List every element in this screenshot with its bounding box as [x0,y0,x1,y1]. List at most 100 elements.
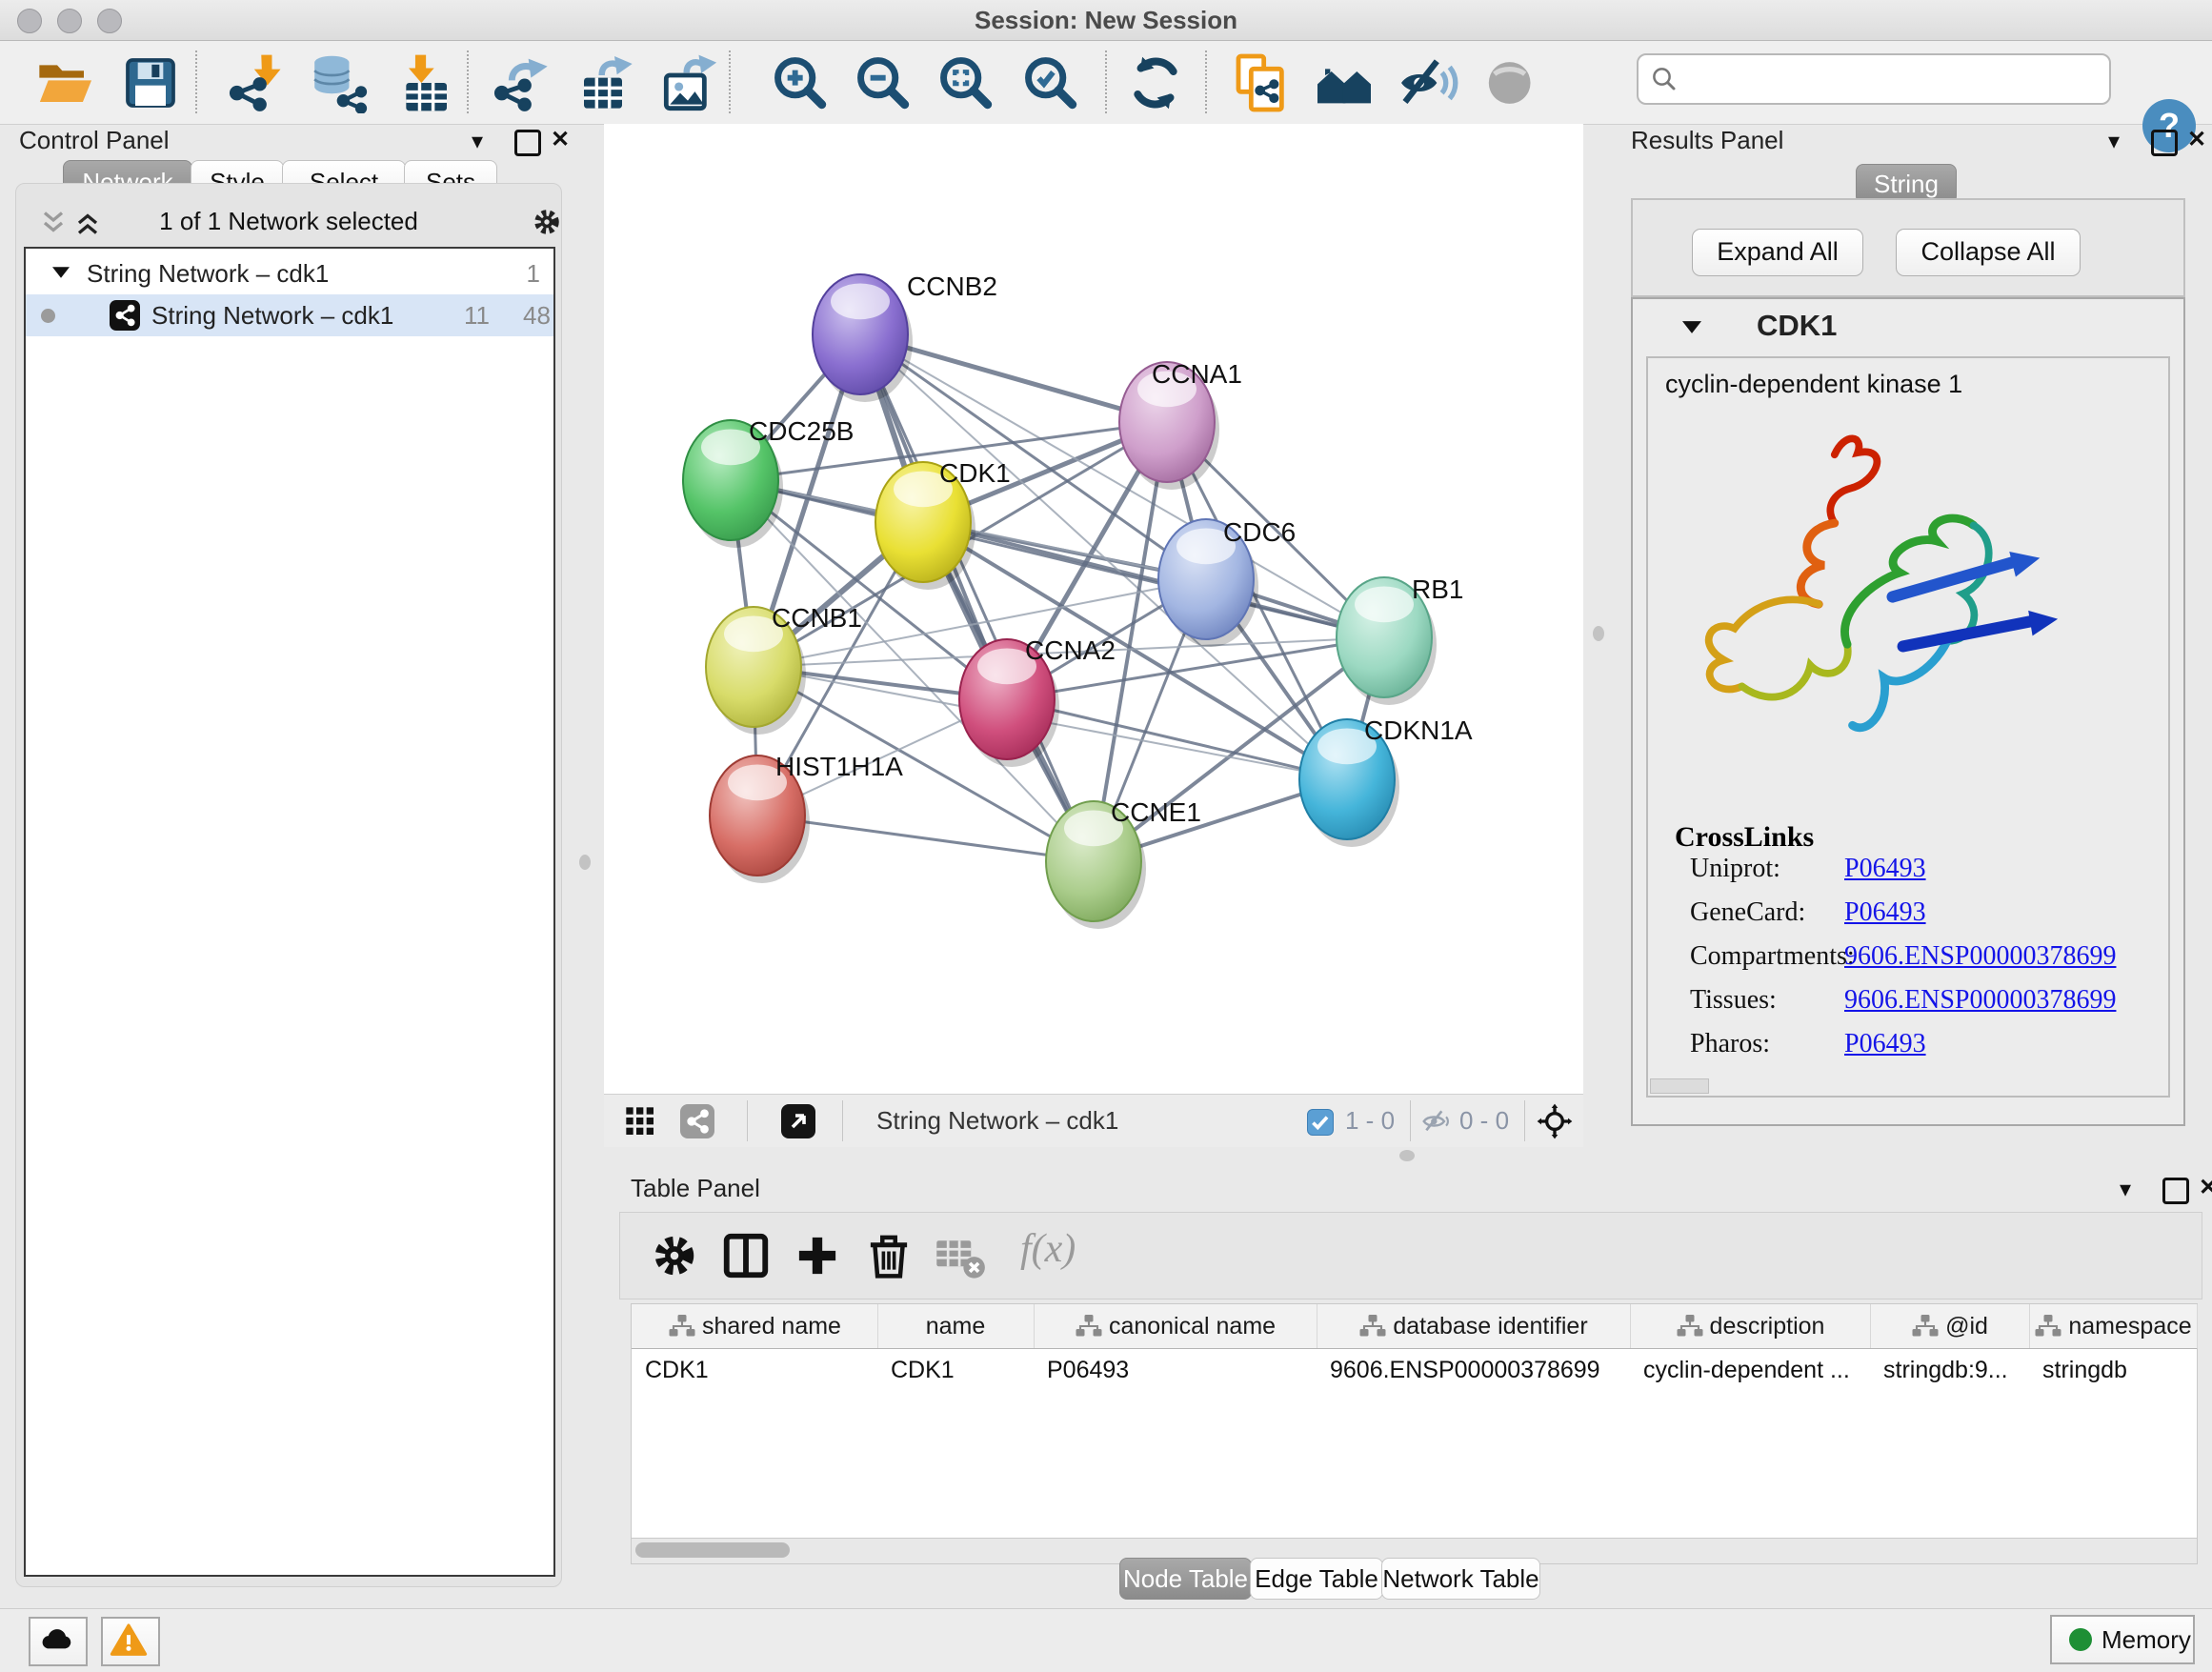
open-session-button[interactable] [34,52,95,113]
warnings-button[interactable] [101,1617,160,1666]
column-header[interactable]: database identifier [1317,1304,1631,1348]
export-table-button[interactable] [576,52,637,113]
show-columns-button[interactable] [720,1230,772,1281]
network-node[interactable]: CDKN1A [1299,715,1473,847]
close-panel-icon[interactable]: ✕ [2199,1174,2212,1201]
zoom-fit-button[interactable] [935,52,996,113]
save-session-button[interactable] [120,52,181,113]
crosslink-link[interactable]: P06493 [1844,854,1926,884]
column-header[interactable]: shared name [632,1304,878,1348]
column-header[interactable]: namespace [2029,1304,2198,1348]
network-node[interactable]: CCNA1 [1119,359,1242,490]
network-node[interactable]: CCNE1 [1046,797,1201,929]
show-hidden-button[interactable] [1480,52,1541,113]
column-header[interactable]: @id [1870,1304,2030,1348]
table-cell[interactable]: stringdb:9... [1870,1348,2029,1392]
scrollbar-thumb[interactable] [635,1542,790,1558]
right-splitter-handle[interactable] [1593,626,1604,641]
table-cell[interactable]: cyclin-dependent ... [1630,1348,1870,1392]
memory-button[interactable]: Memory [2050,1615,2195,1664]
network-node[interactable]: CCNB2 [813,272,997,402]
zoom-in-button[interactable] [770,52,831,113]
column-label: description [1710,1313,1825,1340]
import-network-from-database-button[interactable] [308,52,369,113]
entry-scrollbar[interactable] [1650,1078,1709,1094]
crosslink-link[interactable]: P06493 [1844,897,1926,928]
network-share-view-icon[interactable] [680,1104,714,1138]
function-builder-button[interactable]: f(x) [1020,1226,1076,1272]
maximize-window-icon[interactable] [97,9,122,33]
table-cell[interactable]: stringdb [2029,1348,2197,1392]
float-panel-icon[interactable] [2162,1178,2189,1204]
delete-column-button[interactable] [863,1230,915,1281]
left-splitter-handle[interactable] [579,855,591,870]
toolbar-separator [1105,50,1107,113]
search-input[interactable] [1688,59,2101,97]
table-cell[interactable]: P06493 [1034,1348,1317,1392]
panel-menu-icon[interactable]: ▾ [2108,128,2120,155]
network-collection-row[interactable]: String Network – cdk1 1 [26,252,553,294]
birds-eye-view-icon[interactable] [781,1104,815,1138]
create-column-button[interactable] [792,1230,843,1281]
export-image-button[interactable] [661,52,722,113]
import-table-from-file-button[interactable] [393,52,454,113]
table-cell[interactable]: 9606.ENSP00000378699 [1317,1348,1630,1392]
show-home-button[interactable] [1314,52,1375,113]
crosslink-link[interactable]: P06493 [1844,1029,1926,1059]
close-panel-icon[interactable]: ✕ [2187,126,2206,153]
panel-menu-icon[interactable]: ▾ [472,128,483,155]
delete-table-button[interactable] [935,1230,986,1281]
collapse-all-button[interactable]: Collapse All [1896,229,2081,276]
table-cell[interactable]: CDK1 [632,1348,877,1392]
close-window-icon[interactable] [17,9,42,33]
column-header[interactable]: description [1630,1304,1871,1348]
node-label: CDK1 [939,458,1011,488]
column-header[interactable]: canonical name [1034,1304,1317,1348]
float-panel-icon[interactable] [514,130,541,156]
network-selection-status: 1 of 1 Network selected [16,207,561,236]
network-node[interactable]: CDK1 [875,458,1011,590]
tab-edge-table[interactable]: Edge Table [1250,1558,1383,1600]
network-node[interactable]: RB1 [1337,574,1463,705]
network-node[interactable]: HIST1H1A [710,752,903,883]
tab-node-table[interactable]: Node Table [1119,1558,1252,1600]
zoom-selected-button[interactable] [1020,52,1081,113]
crosslink-link[interactable]: 9606.ENSP00000378699 [1844,985,2116,1016]
pan-crosshair-icon[interactable] [1536,1102,1574,1140]
table-options-button[interactable] [649,1230,700,1281]
import-network-from-file-button[interactable] [227,52,288,113]
network-node[interactable]: CDC6 [1158,517,1296,647]
duplicate-document-icon [1231,52,1292,113]
crosslink-link[interactable]: 9606.ENSP00000378699 [1844,941,2116,972]
column-header[interactable]: name [877,1304,1035,1348]
close-panel-icon[interactable]: ✕ [551,126,570,153]
network-row[interactable]: String Network – cdk1 11 48 [26,294,553,336]
tab-network-table[interactable]: Network Table [1381,1558,1540,1600]
table-cell[interactable]: CDK1 [877,1348,1034,1392]
grid-view-icon[interactable] [625,1106,655,1137]
bottom-splitter-handle[interactable] [1399,1150,1415,1161]
selected-checkbox-icon[interactable] [1307,1109,1334,1136]
network-node[interactable]: CCNA2 [959,635,1116,767]
entry-header-row[interactable]: CDK1 [1633,299,2183,354]
tree-expander-icon[interactable] [52,266,70,279]
gear-icon[interactable] [531,206,563,238]
network-node[interactable]: CDC25B [683,416,854,548]
zoom-out-button[interactable] [853,52,914,113]
network-edge[interactable] [860,334,1094,861]
panel-menu-icon[interactable]: ▾ [2120,1176,2131,1203]
entry-expander-icon[interactable] [1682,320,1701,334]
export-network-button[interactable] [492,52,553,113]
hide-selected-button[interactable] [1398,52,1458,113]
search-field[interactable] [1637,53,2111,105]
trash-icon [863,1230,915,1281]
float-panel-icon[interactable] [2151,130,2178,156]
apply-layout-button[interactable] [1125,52,1186,113]
window-title: Session: New Session [0,0,2212,40]
clone-network-button[interactable] [1231,52,1292,113]
minimize-window-icon[interactable] [57,9,82,33]
cloud-status-button[interactable] [29,1617,88,1666]
network-view-canvas[interactable]: CCNB2CCNA1CDC25BCDK1CDC6RB1CCNB1CCNA2CDK… [604,124,1583,1094]
expand-all-button[interactable]: Expand All [1692,229,1863,276]
edge-count: 48 [523,294,551,336]
